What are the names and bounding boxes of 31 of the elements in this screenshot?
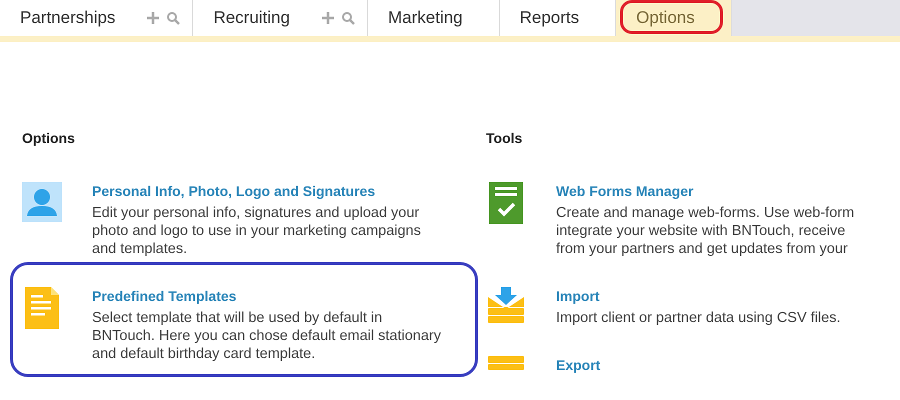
description-line: and default birthday card template. <box>92 345 316 363</box>
plus-icon[interactable] <box>322 12 334 24</box>
nav-tab[interactable]: Recruiting <box>193 0 368 36</box>
description-line: Select template that will be used by default in <box>92 309 384 327</box>
description-line: and templates. <box>92 240 188 258</box>
option-link[interactable]: Import <box>556 286 840 307</box>
option-link[interactable]: Web Forms Manager <box>556 181 854 202</box>
nav-tab[interactable]: Partnerships <box>0 0 194 36</box>
search-icon[interactable] <box>167 12 180 24</box>
section-heading: Options <box>22 129 76 148</box>
option-link[interactable]: Predefined Templates <box>92 286 441 307</box>
document-icon <box>25 287 59 329</box>
description-line: BNTouch. Here you can chose default email stationary <box>92 327 441 345</box>
description-line: photo and logo to use in your marketing campaigns <box>92 222 421 240</box>
nav-tab[interactable]: Marketing <box>368 0 500 36</box>
person-icon <box>22 182 62 222</box>
export-tray-icon <box>488 356 524 370</box>
option-link[interactable]: Personal Info, Photo, Logo and Signatures <box>92 181 421 202</box>
plus-icon[interactable] <box>147 12 160 24</box>
search-icon[interactable] <box>342 12 355 24</box>
section-heading: Tools <box>486 129 524 148</box>
checked-form-icon <box>489 182 523 224</box>
option-link[interactable]: Export <box>556 355 600 376</box>
description-line: Import client or partner data using CSV files. <box>556 309 840 327</box>
import-tray-icon <box>488 287 524 323</box>
description-line: Edit your personal info, signatures and upload your <box>92 204 420 222</box>
description-line: from your partners and get updates from your <box>556 240 849 258</box>
description-line: Create and manage web-forms. Use web-form <box>556 204 854 222</box>
nav-tab[interactable]: Options <box>616 0 732 36</box>
description-line: integrate your website with BNTouch, receive <box>556 222 846 240</box>
nav-tab[interactable]: Reports <box>500 0 616 36</box>
